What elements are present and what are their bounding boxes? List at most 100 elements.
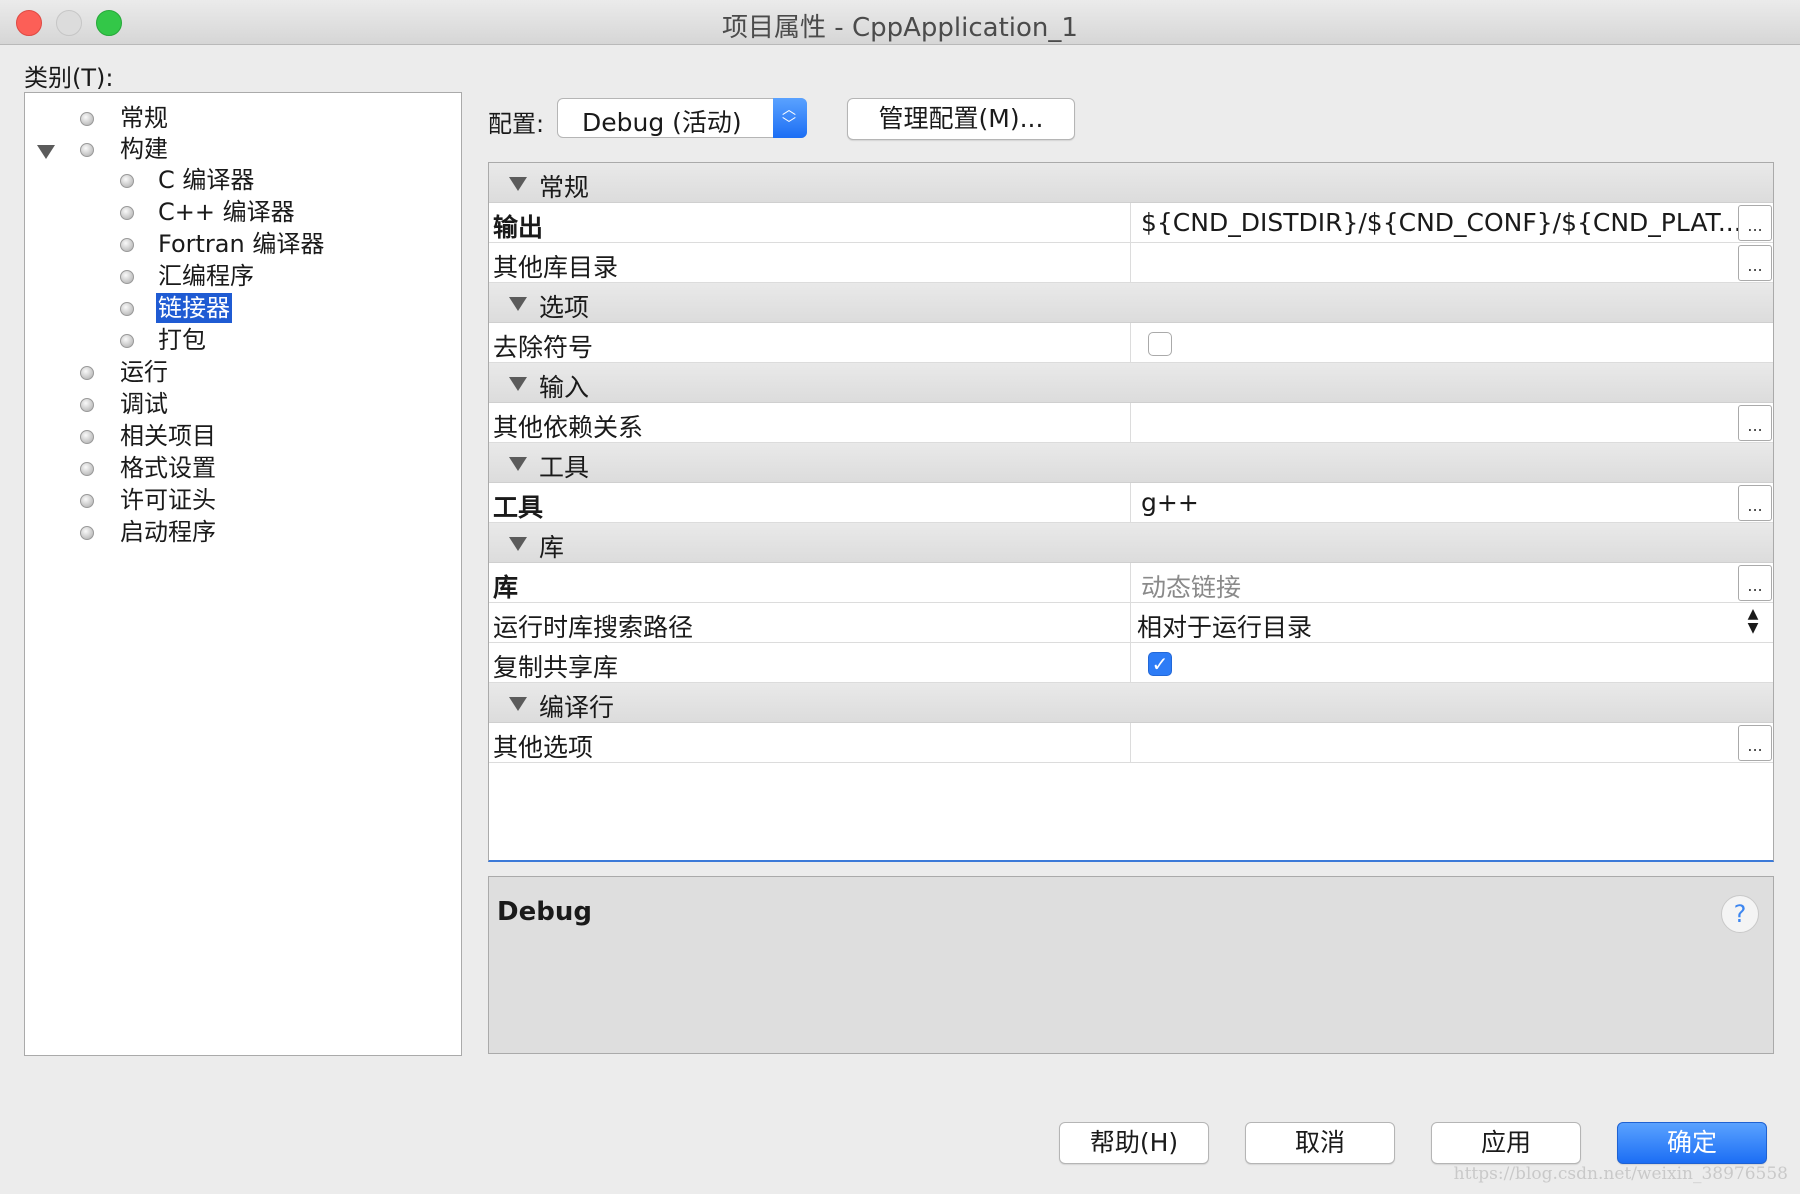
copy-shared-libs-checkbox[interactable]: ✓ bbox=[1148, 652, 1172, 676]
bullet-icon bbox=[80, 430, 94, 444]
help-button[interactable]: 帮助(H) bbox=[1059, 1122, 1209, 1164]
column-divider bbox=[1130, 723, 1131, 763]
column-divider bbox=[1130, 243, 1131, 283]
column-divider bbox=[1130, 563, 1131, 603]
collapse-arrow-icon bbox=[509, 377, 527, 391]
tree-item-label: 构建 bbox=[120, 135, 168, 163]
ok-button[interactable]: 确定 bbox=[1617, 1122, 1767, 1164]
property-name: 其他依赖关系 bbox=[493, 413, 644, 442]
collapse-arrow-icon bbox=[509, 457, 527, 471]
section-input[interactable]: 输入 bbox=[489, 363, 1773, 403]
property-value[interactable]: ${CND_DISTDIR}/${CND_CONF}/${CND_PLAT... bbox=[1141, 208, 1742, 237]
collapse-arrow-icon bbox=[509, 697, 527, 711]
bullet-icon bbox=[120, 238, 134, 252]
property-name: 库 bbox=[493, 573, 519, 602]
property-row-runtime-search-path[interactable]: 运行时库搜索路径 相对于运行目录 ▲ ▼ bbox=[489, 603, 1773, 644]
config-label: 配置: bbox=[488, 110, 545, 138]
browse-button[interactable]: ... bbox=[1738, 245, 1772, 281]
property-row-output[interactable]: 输出 ${CND_DISTDIR}/${CND_CONF}/${CND_PLAT… bbox=[489, 203, 1773, 243]
property-row-additional-dependencies[interactable]: 其他依赖关系 ... bbox=[489, 403, 1773, 443]
section-compile-line[interactable]: 编译行 bbox=[489, 683, 1773, 723]
config-selected-value: Debug (活动) bbox=[582, 108, 742, 137]
property-sheet: 常规 输出 ${CND_DISTDIR}/${CND_CONF}/${CND_P… bbox=[488, 162, 1774, 862]
tree-item-label: 运行 bbox=[120, 358, 168, 386]
property-value[interactable]: 动态链接 bbox=[1141, 568, 1241, 604]
bullet-icon bbox=[80, 366, 94, 380]
property-row-additional-options[interactable]: 其他选项 ... bbox=[489, 723, 1773, 763]
help-icon[interactable]: ? bbox=[1721, 895, 1759, 933]
tree-item-label: 许可证头 bbox=[120, 486, 216, 514]
bullet-icon bbox=[120, 206, 134, 220]
property-row-libraries[interactable]: 库 动态链接 ... bbox=[489, 563, 1773, 604]
tree-item-label: 打包 bbox=[158, 326, 206, 354]
section-general[interactable]: 常规 bbox=[489, 163, 1773, 203]
tree-item-label: 汇编程序 bbox=[158, 262, 254, 290]
property-row-copy-shared-libs[interactable]: 复制共享库 ✓ bbox=[489, 643, 1773, 683]
tree-item-label: 相关项目 bbox=[120, 422, 216, 450]
expand-arrow-icon[interactable] bbox=[37, 145, 55, 159]
bullet-icon bbox=[120, 270, 134, 284]
property-name: 输出 bbox=[493, 213, 544, 242]
bullet-icon bbox=[80, 398, 94, 412]
property-row-additional-library-dirs[interactable]: 其他库目录 ... bbox=[489, 243, 1773, 283]
window-title: 项目属性 - CppApplication_1 bbox=[722, 13, 1078, 43]
section-options[interactable]: 选项 bbox=[489, 283, 1773, 323]
section-tool[interactable]: 工具 bbox=[489, 443, 1773, 483]
updown-arrows-icon[interactable]: ▲ ▼ bbox=[1735, 607, 1771, 639]
property-name: 复制共享库 bbox=[493, 653, 619, 682]
tree-item-label: C++ 编译器 bbox=[158, 198, 295, 226]
section-label: 选项 bbox=[539, 293, 590, 322]
section-label: 工具 bbox=[539, 453, 590, 482]
select-stepper-icon: ︿ ﹀ bbox=[773, 98, 807, 138]
browse-button[interactable]: ... bbox=[1738, 565, 1772, 601]
bullet-icon bbox=[120, 302, 134, 316]
bullet-icon bbox=[80, 494, 94, 508]
config-select[interactable]: Debug (活动) ︿ ﹀ bbox=[557, 98, 807, 138]
bullet-icon bbox=[80, 143, 94, 157]
browse-button[interactable]: ... bbox=[1738, 205, 1772, 241]
column-divider bbox=[1130, 403, 1131, 443]
section-label: 常规 bbox=[539, 173, 590, 202]
manage-config-button[interactable]: 管理配置(M)... bbox=[847, 98, 1075, 140]
category-tree[interactable]: 常规 构建 C 编译器 C++ 编译器 Fortran 编译器 汇编程序 链接器… bbox=[24, 92, 462, 1056]
watermark: https://blog.csdn.net/weixin_38976558 bbox=[1453, 1164, 1788, 1184]
property-row-strip-symbols[interactable]: 去除符号 bbox=[489, 323, 1773, 363]
collapse-arrow-icon bbox=[509, 177, 527, 191]
property-name: 工具 bbox=[493, 493, 544, 522]
description-panel: Debug ? bbox=[488, 876, 1774, 1054]
section-libraries[interactable]: 库 bbox=[489, 523, 1773, 563]
bullet-icon bbox=[80, 526, 94, 540]
column-divider bbox=[1130, 323, 1131, 363]
tree-item-label-selected: 链接器 bbox=[156, 293, 232, 323]
collapse-arrow-icon bbox=[509, 537, 527, 551]
collapse-arrow-icon bbox=[509, 297, 527, 311]
strip-symbols-checkbox[interactable] bbox=[1148, 332, 1172, 356]
section-label: 输入 bbox=[539, 373, 590, 402]
runtime-search-path-select[interactable]: 相对于运行目录 bbox=[1137, 608, 1312, 644]
column-divider bbox=[1130, 643, 1131, 683]
tree-item-label: Fortran 编译器 bbox=[158, 230, 325, 258]
tree-item-label: 常规 bbox=[120, 104, 168, 132]
categories-label: 类别(T): bbox=[24, 64, 114, 92]
browse-button[interactable]: ... bbox=[1738, 485, 1772, 521]
property-value[interactable]: g++ bbox=[1141, 488, 1199, 517]
property-name: 运行时库搜索路径 bbox=[493, 613, 694, 642]
bullet-icon bbox=[120, 174, 134, 188]
column-divider bbox=[1130, 483, 1131, 523]
browse-button[interactable]: ... bbox=[1738, 405, 1772, 441]
section-label: 库 bbox=[539, 533, 565, 562]
column-divider bbox=[1130, 203, 1131, 243]
tree-item-label: C 编译器 bbox=[158, 166, 255, 194]
bullet-icon bbox=[80, 462, 94, 476]
section-label: 编译行 bbox=[539, 693, 615, 722]
browse-button[interactable]: ... bbox=[1738, 725, 1772, 761]
description-title: Debug bbox=[497, 897, 592, 927]
bullet-icon bbox=[80, 112, 94, 126]
property-name: 其他库目录 bbox=[493, 253, 619, 282]
apply-button[interactable]: 应用 bbox=[1431, 1122, 1581, 1164]
tree-item-label: 调试 bbox=[120, 390, 168, 418]
property-row-tool[interactable]: 工具 g++ ... bbox=[489, 483, 1773, 523]
tree-item-label: 格式设置 bbox=[120, 454, 216, 482]
title-bar: 项目属性 - CppApplication_1 bbox=[0, 0, 1800, 45]
cancel-button[interactable]: 取消 bbox=[1245, 1122, 1395, 1164]
